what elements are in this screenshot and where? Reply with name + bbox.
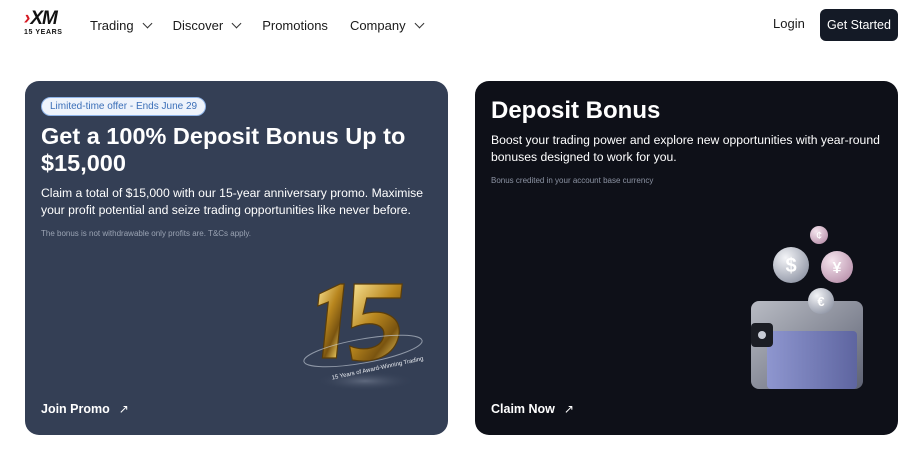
logo-red-slash: › — [24, 8, 30, 29]
cta-label: Claim Now — [491, 402, 555, 416]
logo-mark: › XM — [24, 8, 66, 29]
chevron-down-icon — [414, 18, 425, 29]
arrow-up-right-icon: ↗ — [118, 402, 129, 416]
site-header: › XM 15 YEARS Trading Discover Promotions… — [0, 0, 924, 50]
card-description: Claim a total of $15,000 with our 15-yea… — [41, 186, 424, 217]
logo-anniversary-text: 15 YEARS — [24, 29, 63, 36]
card-title: Get a 100% Deposit Bonus Up to $15,000 — [41, 123, 406, 176]
coin-dollar-symbol: $ — [785, 255, 796, 277]
chevron-down-icon — [231, 18, 242, 29]
coin-yen-symbol: ¥ — [833, 260, 842, 277]
card-description: Boost your trading power and explore new… — [491, 133, 880, 164]
login-link[interactable]: Login — [773, 16, 805, 31]
main-nav: Trading Discover Promotions Company — [90, 16, 445, 34]
deposit-bonus-card: Deposit Bonus Boost your trading power a… — [475, 81, 898, 435]
nav-item-label: Discover — [172, 17, 224, 33]
promo-card-anniversary: Limited-time offer - Ends June 29 Get a … — [25, 81, 448, 435]
nav-item-label: Trading — [90, 17, 134, 33]
nav-item-label: Company — [349, 17, 406, 33]
card-title: Deposit Bonus — [491, 97, 661, 124]
chevron-down-icon — [142, 18, 153, 29]
nav-item-trading[interactable]: Trading — [90, 16, 153, 34]
arrow-up-right-icon: ↗ — [563, 402, 574, 416]
nav-item-company[interactable]: Company — [349, 16, 425, 34]
nav-item-label: Promotions — [262, 17, 328, 33]
limited-offer-badge: Limited-time offer - Ends June 29 — [41, 97, 207, 116]
claim-now-link[interactable]: Claim Now ↗ — [491, 402, 574, 416]
nav-item-discover[interactable]: Discover — [172, 16, 242, 34]
xm-logo[interactable]: › XM 15 YEARS — [24, 8, 66, 40]
fifteen-years-emblem: 15 Years of Award-Winning Trading — [303, 283, 424, 391]
card-fine-print: The bonus is not withdrawable only profi… — [41, 229, 252, 238]
wallet-coins-illustration: ¢ $ ¥ € — [751, 226, 863, 389]
cta-label: Join Promo — [41, 402, 110, 416]
logo-mark-text: XM — [30, 8, 57, 29]
nav-item-promotions[interactable]: Promotions — [262, 16, 328, 34]
coin-euro-symbol: € — [817, 294, 824, 309]
join-promo-link[interactable]: Join Promo ↗ — [41, 402, 129, 416]
get-started-button[interactable]: Get Started — [820, 9, 898, 41]
coin-cent-symbol: ¢ — [816, 230, 822, 242]
card-fine-print: Bonus credited in your account base curr… — [491, 176, 654, 185]
